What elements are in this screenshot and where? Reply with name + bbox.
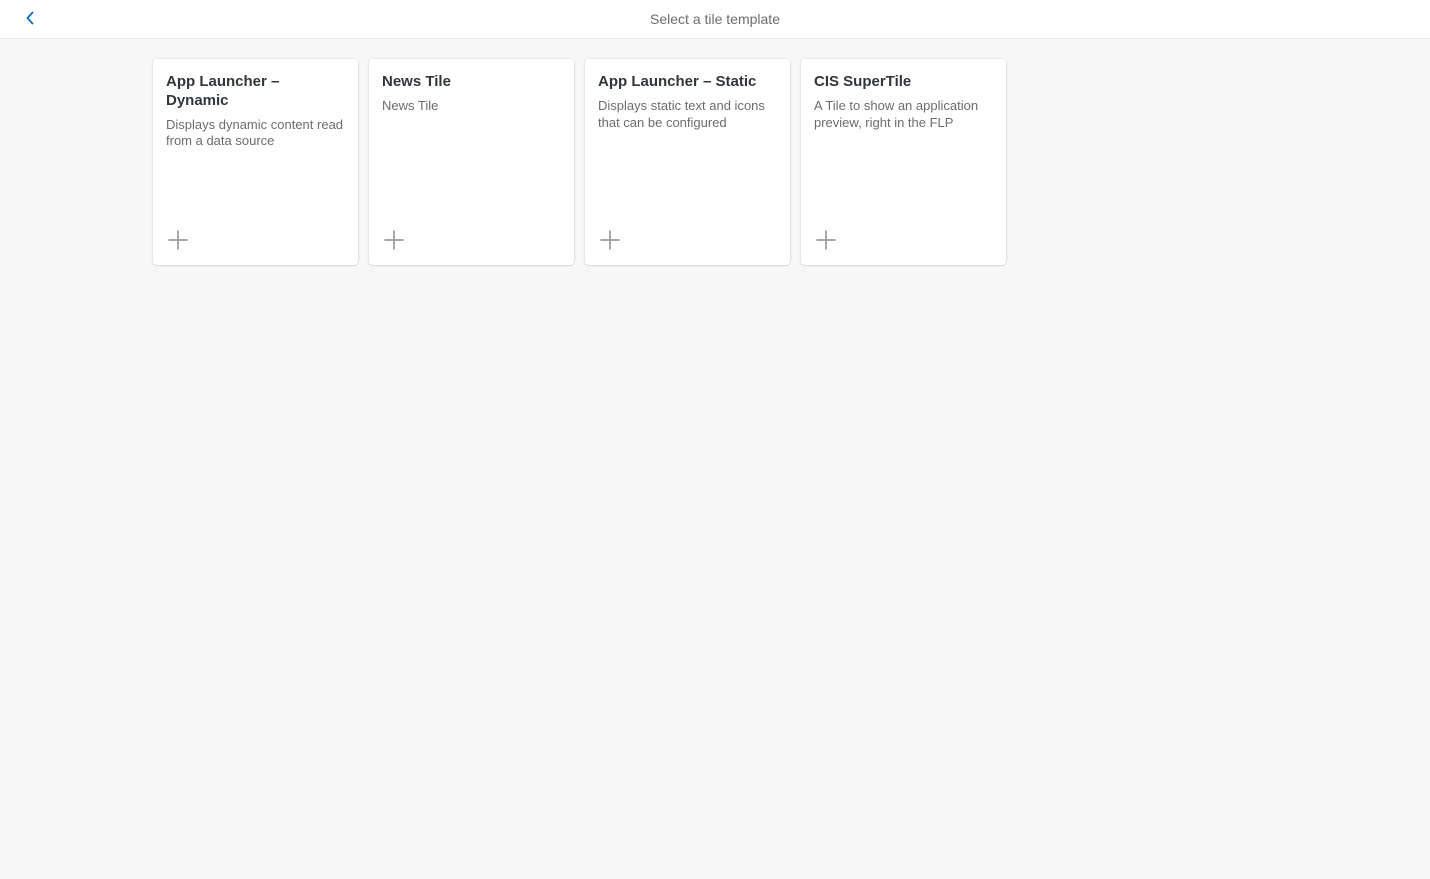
add-icon bbox=[599, 229, 621, 251]
add-icon bbox=[383, 229, 405, 251]
page-title: Select a tile template bbox=[650, 11, 780, 27]
add-icon bbox=[167, 229, 189, 251]
tile-title: App Launcher – Dynamic bbox=[166, 73, 345, 111]
tile-title: CIS SuperTile bbox=[814, 73, 993, 92]
tile-news-tile[interactable]: News Tile News Tile bbox=[369, 59, 574, 265]
chevron-left-icon bbox=[24, 11, 36, 28]
tile-title: News Tile bbox=[382, 73, 561, 92]
tile-description: Displays static text and icons that can … bbox=[598, 98, 777, 132]
tile-description: A Tile to show an application preview, r… bbox=[814, 98, 993, 132]
page-header: Select a tile template bbox=[0, 0, 1430, 39]
tile-description: Displays dynamic content read from a dat… bbox=[166, 117, 345, 151]
tile-app-launcher-static[interactable]: App Launcher – Static Displays static te… bbox=[585, 59, 790, 265]
tile-cis-supertile[interactable]: CIS SuperTile A Tile to show an applicat… bbox=[801, 59, 1006, 265]
tile-title: App Launcher – Static bbox=[598, 73, 777, 92]
tile-app-launcher-dynamic[interactable]: App Launcher – Dynamic Displays dynamic … bbox=[153, 59, 358, 265]
tile-description: News Tile bbox=[382, 98, 561, 115]
tile-grid: App Launcher – Dynamic Displays dynamic … bbox=[0, 39, 1430, 265]
add-icon bbox=[815, 229, 837, 251]
back-button[interactable] bbox=[18, 7, 42, 31]
